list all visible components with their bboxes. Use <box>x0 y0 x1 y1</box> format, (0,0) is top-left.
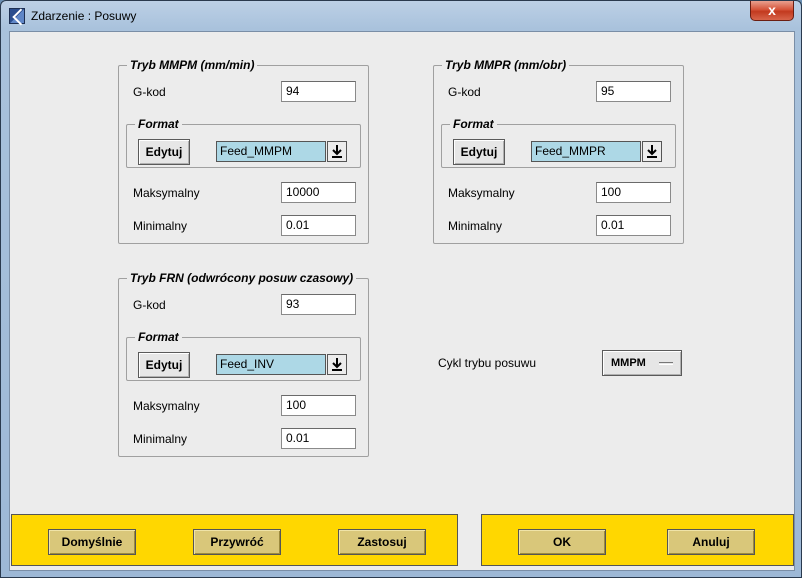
frn-format-dropdown-button[interactable] <box>327 354 347 375</box>
frn-gcode-label: G-kod <box>133 298 166 312</box>
mmpr-format-dropdown-button[interactable] <box>642 141 662 162</box>
frn-min-field[interactable]: 0.01 <box>281 428 356 449</box>
mmpm-gcode-label: G-kod <box>133 85 166 99</box>
close-button[interactable]: x <box>750 1 794 21</box>
ok-button[interactable]: OK <box>518 529 606 555</box>
cycle-indicator-icon <box>659 362 673 365</box>
frn-format-select[interactable]: Feed_INV <box>216 354 326 375</box>
window-title: Zdarzenie : Posuwy <box>31 9 137 23</box>
mmpr-group-title: Tryb MMPR (mm/obr) <box>442 58 570 72</box>
restore-button[interactable]: Przywróć <box>193 529 281 555</box>
frn-gcode-field[interactable]: 93 <box>281 294 356 315</box>
app-icon <box>9 8 25 24</box>
mmpr-format-title: Format <box>450 117 497 131</box>
mmpr-edit-button[interactable]: Edytuj <box>453 139 505 165</box>
download-arrow-icon <box>332 358 342 371</box>
frn-group: Tryb FRN (odwrócony posuw czasowy) G-kod… <box>118 271 369 457</box>
dialog-content: Tryb MMPM (mm/min) G-kod 94 Format Edytu… <box>9 31 795 571</box>
frn-edit-button[interactable]: Edytuj <box>138 352 190 378</box>
title-bar[interactable]: Zdarzenie : Posuwy x <box>1 1 801 31</box>
mmpm-format-select[interactable]: Feed_MMPM <box>216 141 326 162</box>
mmpm-max-label: Maksymalny <box>133 186 200 200</box>
mmpr-min-field[interactable]: 0.01 <box>596 215 671 236</box>
mmpr-group: Tryb MMPR (mm/obr) G-kod 95 Format Edytu… <box>433 58 684 244</box>
mmpm-group-title: Tryb MMPM (mm/min) <box>127 58 258 72</box>
frn-max-label: Maksymalny <box>133 399 200 413</box>
mmpm-format-title: Format <box>135 117 182 131</box>
mmpr-format-group: Format Edytuj Feed_MMPR <box>441 117 676 168</box>
mmpm-format-dropdown-button[interactable] <box>327 141 347 162</box>
frn-format-title: Format <box>135 330 182 344</box>
mmpr-max-field[interactable]: 100 <box>596 182 671 203</box>
feed-cycle-button[interactable]: MMPM <box>602 350 682 376</box>
mmpr-format-select[interactable]: Feed_MMPR <box>531 141 641 162</box>
close-icon: x <box>768 2 776 18</box>
mmpm-min-field[interactable]: 0.01 <box>281 215 356 236</box>
mmpm-format-group: Format Edytuj Feed_MMPM <box>126 117 361 168</box>
frn-format-group: Format Edytuj Feed_INV <box>126 330 361 381</box>
feed-cycle-value: MMPM <box>611 357 646 369</box>
frn-group-title: Tryb FRN (odwrócony posuw czasowy) <box>127 271 357 285</box>
mmpr-max-label: Maksymalny <box>448 186 515 200</box>
footer-bar-right: OK Anuluj <box>481 514 794 566</box>
frn-min-label: Minimalny <box>133 432 188 446</box>
mmpr-gcode-field[interactable]: 95 <box>596 81 671 102</box>
defaults-button[interactable]: Domyślnie <box>48 529 136 555</box>
footer-bar-left: Domyślnie Przywróć Zastosuj <box>11 514 458 566</box>
cancel-button[interactable]: Anuluj <box>667 529 755 555</box>
mmpm-max-field[interactable]: 10000 <box>281 182 356 203</box>
apply-button[interactable]: Zastosuj <box>338 529 426 555</box>
frn-max-field[interactable]: 100 <box>281 395 356 416</box>
feed-cycle-label: Cykl trybu posuwu <box>438 356 537 370</box>
mmpm-edit-button[interactable]: Edytuj <box>138 139 190 165</box>
mmpm-group: Tryb MMPM (mm/min) G-kod 94 Format Edytu… <box>118 58 369 244</box>
mmpm-gcode-field[interactable]: 94 <box>281 81 356 102</box>
download-arrow-icon <box>332 145 342 158</box>
mmpr-min-label: Minimalny <box>448 219 503 233</box>
download-arrow-icon <box>647 145 657 158</box>
mmpm-min-label: Minimalny <box>133 219 188 233</box>
dialog-window: Zdarzenie : Posuwy x Tryb MMPM (mm/min) … <box>0 0 802 578</box>
mmpr-gcode-label: G-kod <box>448 85 481 99</box>
